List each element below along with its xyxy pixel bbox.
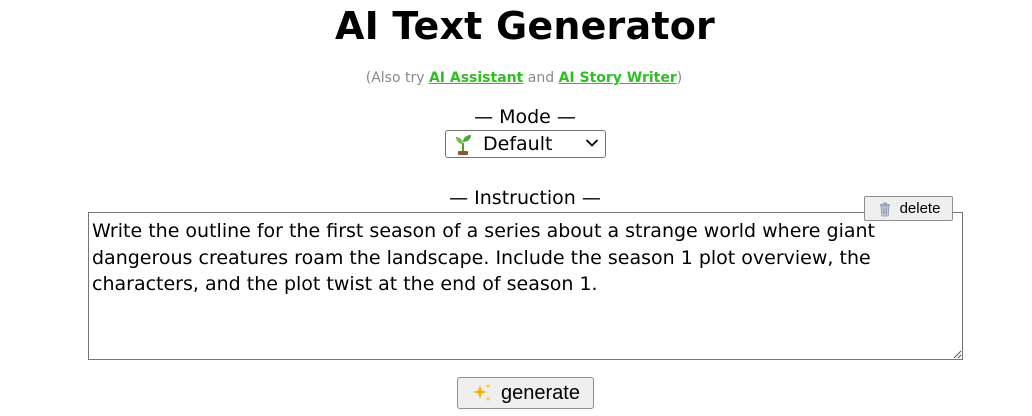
resize-handle-icon[interactable] <box>952 349 962 359</box>
also-try-suffix: ) <box>676 70 683 86</box>
ai-story-writer-link[interactable]: AI Story Writer <box>559 70 677 86</box>
also-try-prefix: (Also try <box>365 70 429 86</box>
instruction-textarea[interactable] <box>88 212 963 360</box>
delete-label: delete <box>899 200 941 217</box>
generate-button[interactable]: generate <box>457 377 594 409</box>
sparkles-icon <box>473 383 492 402</box>
page-title: AI Text Generator <box>335 4 715 48</box>
page: AI Text Generator (Also try AI Assistant… <box>0 0 1032 416</box>
trash-icon <box>879 202 890 216</box>
mode-select[interactable]: Default <box>445 130 606 158</box>
mode-label: — Mode — <box>474 106 576 128</box>
chevron-down-icon <box>586 139 598 147</box>
mode-selected-value: Default <box>483 133 553 155</box>
also-try-middle: and <box>523 70 559 86</box>
ai-assistant-link[interactable]: AI Assistant <box>429 70 523 86</box>
also-try-line: (Also try AI Assistant and AI Story Writ… <box>0 70 1032 86</box>
delete-button[interactable]: delete <box>864 196 953 221</box>
generate-label: generate <box>501 381 580 404</box>
sprout-icon <box>453 133 473 155</box>
